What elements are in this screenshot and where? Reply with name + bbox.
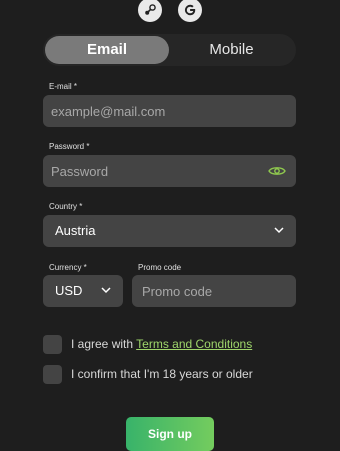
age-checkbox[interactable] (43, 365, 62, 384)
promo-field-wrapper (132, 275, 296, 307)
agree-label: I agree with Terms and Conditions (71, 337, 252, 351)
age-label: I confirm that I'm 18 years or older (71, 367, 253, 381)
password-field-wrapper (43, 155, 296, 187)
email-field[interactable] (43, 95, 296, 127)
country-select[interactable]: Austria (43, 215, 296, 247)
terms-link[interactable]: Terms and Conditions (136, 337, 252, 351)
eye-icon[interactable] (268, 165, 286, 177)
email-label: E-mail * (49, 82, 78, 91)
google-icon (184, 4, 196, 16)
auth-method-tabs: Email Mobile (43, 34, 296, 66)
password-field[interactable] (43, 155, 296, 187)
signup-button[interactable]: Sign up (126, 417, 214, 451)
steam-login-button[interactable] (138, 0, 162, 22)
currency-value: USD (55, 283, 83, 298)
currency-select[interactable]: USD (43, 275, 123, 307)
google-login-button[interactable] (178, 0, 202, 22)
tab-mobile[interactable]: Mobile (169, 36, 294, 64)
chevron-down-icon (101, 287, 111, 294)
password-label: Password * (49, 142, 90, 151)
tab-email[interactable]: Email (45, 36, 169, 64)
promo-label: Promo code (138, 263, 182, 272)
promo-code-field[interactable] (132, 275, 296, 307)
email-field-wrapper (43, 95, 296, 127)
steam-icon (145, 4, 156, 15)
country-label: Country * (49, 202, 83, 211)
country-value: Austria (55, 223, 96, 238)
agree-text: I agree with (71, 337, 137, 351)
chevron-down-icon (274, 227, 284, 234)
agree-checkbox[interactable] (43, 335, 62, 354)
currency-label: Currency * (49, 263, 87, 272)
social-login-row (0, 0, 340, 24)
